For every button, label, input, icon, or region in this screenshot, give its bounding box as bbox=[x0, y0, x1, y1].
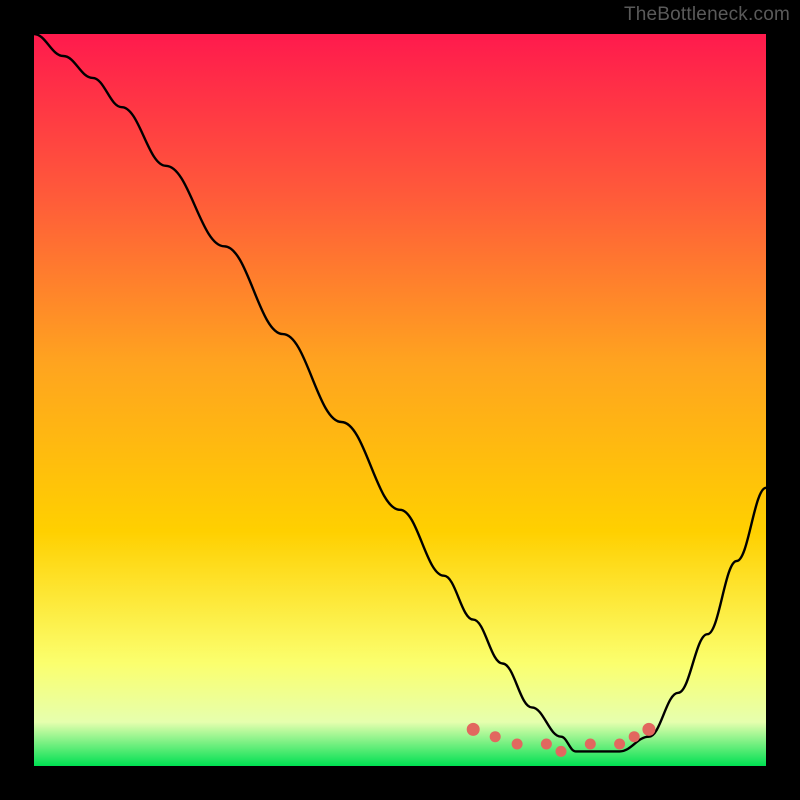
marker-dot bbox=[467, 723, 480, 736]
watermark-text: TheBottleneck.com bbox=[624, 4, 790, 26]
marker-dot bbox=[642, 723, 655, 736]
marker-dot bbox=[585, 739, 596, 750]
gradient-background bbox=[34, 34, 766, 766]
plot-area bbox=[34, 34, 766, 766]
marker-dot bbox=[629, 731, 640, 742]
marker-dot bbox=[556, 746, 567, 757]
marker-dot bbox=[512, 739, 523, 750]
marker-dot bbox=[541, 739, 552, 750]
bottleneck-curve-chart bbox=[34, 34, 766, 766]
chart-frame: TheBottleneck.com bbox=[0, 0, 800, 800]
marker-dot bbox=[490, 731, 501, 742]
marker-dot bbox=[614, 739, 625, 750]
